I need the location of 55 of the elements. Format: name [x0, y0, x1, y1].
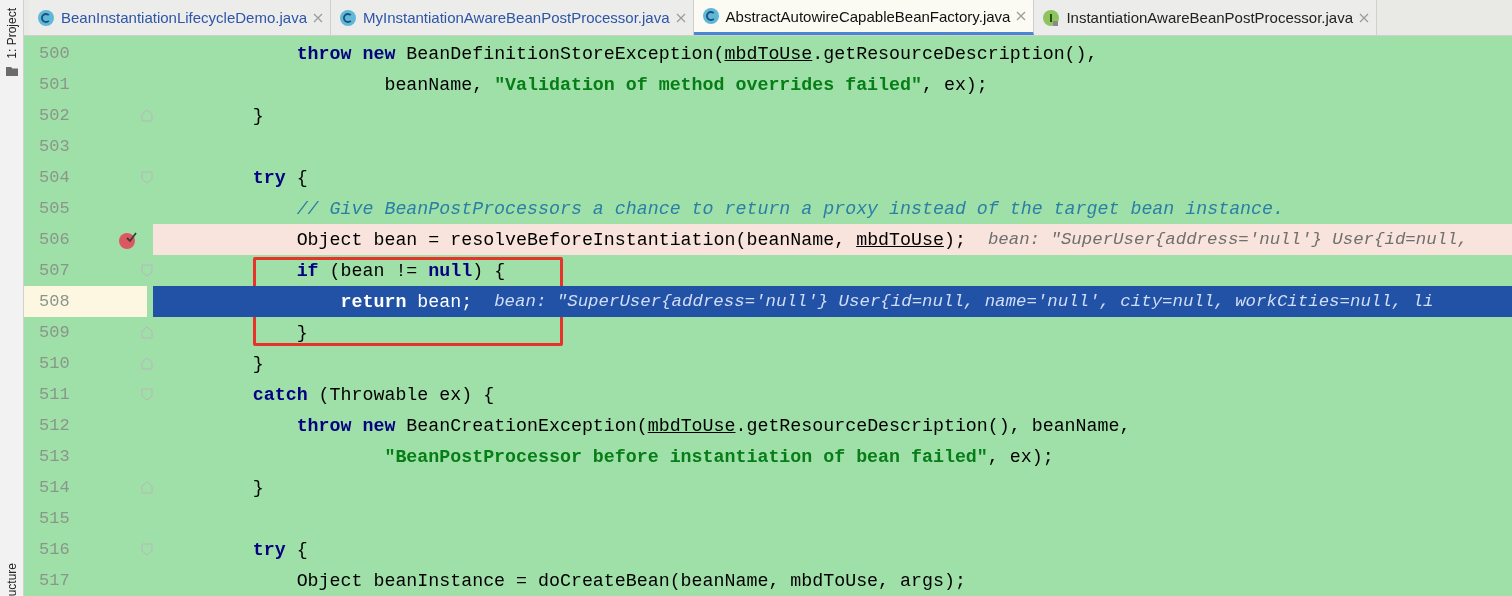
- inline-value-hint: bean: "SuperUser{address='null'} User{id=null, name='null', city=null, workCities=null, li: [494, 292, 1434, 311]
- file-tab[interactable]: BeanInstantiationLifecycleDemo.java: [29, 0, 331, 35]
- code-line: }: [251, 477, 264, 498]
- close-icon: [313, 12, 323, 23]
- code-line: catch (Throwable ex) {: [251, 384, 495, 405]
- code-line: }: [251, 353, 264, 374]
- tab-label: MyInstantiationAwareBeanPostProcessor.java: [363, 9, 670, 26]
- close-icon: [1016, 11, 1027, 21]
- code-line: Object beanInstance = doCreateBean(beanName, mbdToUse, args);: [295, 570, 966, 591]
- line-number: 508: [38, 292, 71, 311]
- line-number: 503: [38, 137, 71, 156]
- file-tab[interactable]: MyInstantiationAwareBeanPostProcessor.java: [331, 0, 694, 35]
- line-number: 504: [38, 168, 71, 187]
- class-icon: [701, 7, 720, 25]
- project-tool-tab[interactable]: 1: Project: [4, 8, 19, 59]
- close-icon: [1359, 12, 1369, 23]
- code-line: "BeanPostProcessor before instantiation of bean failed", ex);: [383, 446, 1054, 467]
- code-line: try {: [251, 539, 308, 560]
- line-number: 509: [38, 323, 71, 342]
- line-number: 515: [38, 509, 71, 528]
- structure-tool-tab[interactable]: ucture: [4, 562, 19, 596]
- tab-label: BeanInstantiationLifecycleDemo.java: [61, 9, 307, 26]
- line-number: 513: [38, 447, 71, 466]
- line-number: 502: [38, 106, 71, 125]
- code-line: }: [295, 322, 308, 343]
- code-line: throw new BeanDefinitionStoreException(mbdToUse.getResourceDescription(),: [295, 43, 1098, 64]
- inline-value-hint: bean: "SuperUser{address='null'} User{id=null,: [987, 230, 1468, 249]
- code-line: try {: [251, 167, 308, 188]
- code-line: Object bean = resolveBeforeInstantiation(beanName, mbdToUse);: [295, 229, 966, 250]
- code-line: beanName, "Validation of method overrides failed", ex);: [383, 74, 988, 95]
- line-number: 514: [38, 478, 71, 497]
- code-line: if (bean != null) {: [295, 260, 506, 281]
- line-number: 517: [38, 571, 71, 590]
- line-number: 510: [38, 354, 71, 373]
- close-icon: [675, 12, 686, 23]
- folder-icon: [4, 64, 19, 77]
- file-tab[interactable]: InstantiationAwareBeanPostProcessor.java: [1034, 0, 1377, 35]
- line-number: 506: [38, 230, 71, 249]
- line-number: 512: [38, 416, 71, 435]
- line-number: 507: [38, 261, 71, 280]
- line-number: 505: [38, 199, 71, 218]
- code-line: throw new BeanCreationException(mbdToUse.getResourceDescription(), beanName,: [295, 415, 1131, 436]
- class-icon: [339, 8, 357, 27]
- tab-label: AbstractAutowireCapableBeanFactory.java: [725, 7, 1011, 25]
- line-number: 500: [38, 44, 71, 63]
- line-number: 511: [38, 385, 71, 404]
- code-line: }: [251, 105, 264, 126]
- line-number: 501: [38, 75, 71, 94]
- code-line: return bean;: [339, 291, 473, 312]
- class-icon: [37, 8, 55, 27]
- line-number: 516: [38, 540, 71, 559]
- code-line: // Give BeanPostProcessors a chance to return a proxy instead of the target bean instance.: [295, 198, 1284, 219]
- file-tab[interactable]: AbstractAutowireCapableBeanFactory.java: [693, 0, 1035, 35]
- interface-icon: [1042, 8, 1061, 27]
- tab-label: InstantiationAwareBeanPostProcessor.java: [1066, 9, 1353, 26]
